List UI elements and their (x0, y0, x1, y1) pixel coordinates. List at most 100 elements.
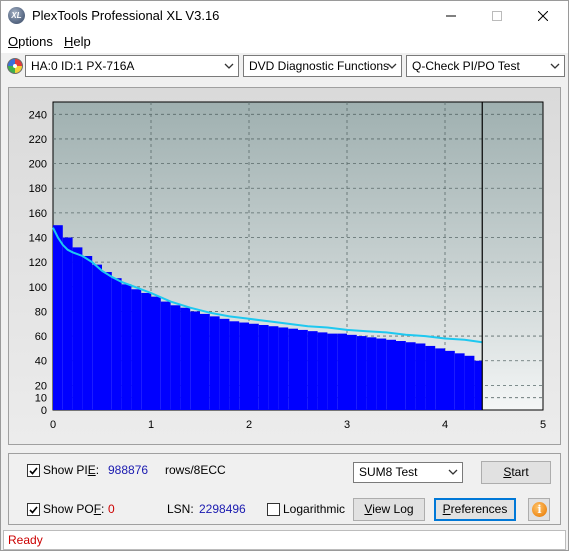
view-log-button[interactable]: View Log (353, 498, 425, 521)
pi-bar (386, 339, 396, 410)
y-tick-label: 140 (29, 233, 47, 245)
pi-bar (121, 284, 132, 410)
drive-select-value: HA:0 ID:1 PX-716A (31, 59, 135, 73)
pi-bar (445, 350, 455, 410)
minimize-icon (446, 15, 456, 17)
x-tick-label: 2 (246, 419, 252, 431)
chevron-down-icon (387, 63, 397, 69)
close-button[interactable] (520, 1, 566, 31)
pi-bar (82, 256, 93, 410)
show-pof-label-text: Show PO (43, 502, 94, 516)
function-select[interactable]: DVD Diagnostic Functions (243, 55, 402, 77)
show-pie-checkbox[interactable] (27, 464, 40, 477)
pi-bar (141, 292, 151, 410)
app-window: XL PlexTools Professional XL V3.16 Optio… (0, 0, 569, 551)
pi-bar (72, 247, 83, 410)
pi-bar (258, 324, 269, 410)
pi-bar (102, 272, 112, 410)
y-tick-label: 180 (29, 183, 47, 195)
pi-bar (200, 313, 210, 410)
logarithmic-label: Logarithmic (283, 502, 346, 516)
pi-bar (151, 296, 161, 410)
show-pof-label: Show POF: (43, 502, 104, 516)
pi-bar (92, 264, 102, 410)
pi-bar (337, 333, 347, 410)
pi-bar (62, 237, 73, 410)
preferences-label: references (450, 502, 508, 516)
lsn-label: LSN: (167, 502, 194, 516)
preferences-button[interactable]: Preferences (434, 498, 516, 521)
test-select[interactable]: Q-Check PI/PO Test (406, 55, 565, 77)
start-button[interactable]: Start (481, 461, 551, 484)
x-axis-ticks: 0 1 2 3 4 5 (50, 419, 546, 431)
menu-options-mnemonic: O (8, 34, 19, 49)
pi-bar (464, 355, 475, 410)
y-tick-label: 220 (29, 134, 47, 146)
info-button[interactable]: i (528, 498, 550, 521)
pi-bar (435, 348, 445, 410)
pi-bar (356, 336, 367, 410)
maximize-icon (492, 11, 502, 21)
y-tick-label: 80 (35, 306, 47, 318)
chevron-down-icon (224, 63, 234, 69)
x-tick-label: 5 (540, 419, 546, 431)
menu-bar: Options Help (1, 31, 568, 53)
menu-options-label: ptions (18, 34, 53, 49)
pi-bar (209, 316, 220, 410)
title-bar[interactable]: XL PlexTools Professional XL V3.16 (1, 1, 568, 31)
show-pie-colon: : (95, 463, 100, 477)
menu-help[interactable]: Help (64, 34, 91, 49)
pi-bar (366, 337, 377, 410)
x-tick-label: 1 (148, 419, 154, 431)
chevron-down-icon (550, 63, 560, 69)
test-select-value: Q-Check PI/PO Test (412, 59, 520, 73)
pi-bar (278, 327, 289, 410)
info-icon: i (532, 502, 547, 517)
pi-bar (53, 225, 63, 410)
show-pof-mnemonic: F (93, 502, 102, 516)
pi-bar (317, 332, 328, 410)
controls-panel: Show PIE: 988876 rows/8ECC Show POF: 0 L… (8, 453, 561, 525)
y-tick-label: 160 (29, 208, 47, 220)
chart-panel: 012345 0 10 20 40 60 80 100 120 140 160 180 200 220 2… (8, 87, 561, 445)
pi-bar (415, 343, 426, 410)
pi-bar (131, 289, 142, 410)
disc-drive-icon (7, 58, 23, 74)
drive-select[interactable]: HA:0 ID:1 PX-716A (25, 55, 239, 77)
pi-bar (288, 328, 298, 410)
show-pie-label: Show PIE: (43, 463, 99, 477)
pi-bar (268, 326, 279, 410)
pi-bar (396, 341, 406, 410)
menu-options[interactable]: Options (8, 34, 53, 49)
logarithmic-checkbox[interactable] (267, 503, 280, 516)
pi-bar (180, 307, 191, 410)
lsn-value: 2298496 (199, 502, 246, 516)
show-pof-colon: : (101, 502, 105, 516)
pi-bar (347, 334, 357, 410)
y-tick-label: 60 (35, 331, 47, 343)
app-logo-icon: XL (8, 7, 25, 24)
y-tick-label: 200 (29, 159, 47, 171)
pi-bar (190, 311, 200, 410)
minimize-button[interactable] (428, 1, 474, 31)
pi-bar (474, 360, 483, 410)
y-axis-ticks: 01020 40 60 80 100 120 140 160 180 200 220 240 (29, 109, 47, 417)
y-tick-label: 0 (41, 405, 47, 417)
sum-test-select[interactable]: SUM8 Test (353, 462, 463, 483)
chevron-down-icon (448, 469, 458, 475)
pi-bar (327, 333, 338, 410)
pi-bar (111, 278, 122, 410)
y-tick-label: 100 (29, 282, 47, 294)
y-tick-label: 20 (35, 380, 47, 392)
y-tick-label: 240 (29, 109, 47, 121)
y-tick-label: 40 (35, 356, 47, 368)
show-pof-checkbox[interactable] (27, 503, 40, 516)
window-title: PlexTools Professional XL V3.16 (32, 8, 220, 23)
pi-po-chart: 012345 010204060801001201401601802002202… (29, 101, 546, 431)
maximize-button[interactable] (474, 1, 520, 31)
pi-bar (425, 345, 436, 410)
y-tick-label: 120 (29, 257, 47, 269)
pof-value: 0 (108, 502, 115, 516)
pi-bar (239, 322, 249, 410)
pi-bar (376, 338, 387, 410)
